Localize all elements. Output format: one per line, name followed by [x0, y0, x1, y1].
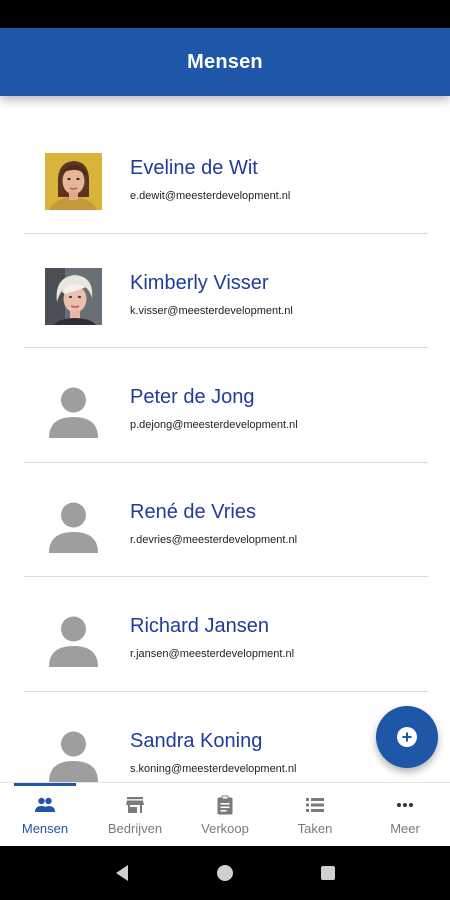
nav-label: Bedrijven: [107, 821, 163, 836]
person-placeholder-icon: [49, 731, 98, 782]
avatar: [45, 382, 102, 439]
person-placeholder-icon: [49, 502, 98, 553]
person-name: Peter de Jong: [130, 386, 255, 408]
nav-item-mensen[interactable]: Mensen: [0, 783, 90, 846]
home-icon[interactable]: [205, 853, 245, 893]
avatar: [45, 153, 102, 210]
person-email: p.dejong@meesterdevelopment.nl: [130, 419, 298, 431]
list-item[interactable]: Kimberly Visser k.visser@meesterdevelopm…: [24, 234, 428, 348]
back-icon[interactable]: [102, 853, 142, 893]
list-item[interactable]: Sandra Koning s.koning@meesterdevelopmen…: [24, 692, 428, 783]
avatar: [45, 267, 102, 325]
person-email: e.dewit@meesterdevelopment.nl: [130, 190, 291, 202]
people-list-container[interactable]: Eveline de Wit e.dewit@meesterdevelopmen…: [0, 96, 450, 782]
status-bar: [0, 0, 450, 28]
list-item[interactable]: Peter de Jong p.dejong@meesterdevelopmen…: [24, 348, 428, 463]
recents-icon[interactable]: [308, 853, 348, 893]
person-email: r.jansen@meesterdevelopment.nl: [130, 648, 295, 660]
more-icon: [396, 795, 414, 815]
store-icon: [125, 795, 145, 815]
system-navigation-bar: [0, 846, 450, 900]
list-icon: [305, 795, 325, 815]
person-placeholder-icon: [49, 387, 98, 438]
list-item[interactable]: Richard Jansen r.jansen@meesterdevelopme…: [24, 577, 428, 692]
person-name: Richard Jansen: [130, 615, 269, 637]
nav-item-bedrijven[interactable]: Bedrijven: [90, 783, 180, 846]
nav-label: Mensen: [21, 821, 69, 836]
person-placeholder-icon: [49, 616, 98, 667]
person-name: René de Vries: [130, 500, 256, 523]
person-name: Sandra Koning: [130, 729, 263, 752]
avatar: [45, 726, 102, 783]
avatar: [45, 611, 102, 668]
people-list: Eveline de Wit e.dewit@meesterdevelopmen…: [24, 119, 428, 782]
person-name: Kimberly Visser: [130, 271, 269, 294]
active-tab-indicator: [14, 783, 76, 786]
add-person-button[interactable]: [376, 706, 438, 768]
person-email: r.devries@meesterdevelopment.nl: [130, 533, 298, 546]
app-bar: Mensen: [0, 28, 450, 96]
photo-kimberly: [45, 267, 102, 325]
add-icon: [397, 727, 417, 747]
nav-label: Meer: [390, 821, 420, 836]
person-email: k.visser@meesterdevelopment.nl: [130, 304, 293, 317]
list-item[interactable]: René de Vries r.devries@meesterdevelopme…: [24, 463, 428, 577]
nav-label: Verkoop: [201, 821, 249, 836]
people-icon: [34, 795, 56, 815]
clipboard-icon: [216, 795, 234, 815]
nav-item-taken[interactable]: Taken: [270, 783, 360, 846]
person-name: Eveline de Wit: [130, 157, 258, 179]
nav-item-verkoop[interactable]: Verkoop: [180, 783, 270, 846]
nav-item-meer[interactable]: Meer: [360, 783, 450, 846]
bottom-navigation: Mensen Bedrijven Verkoop Taken Meer: [0, 782, 450, 846]
photo-eveline: [45, 153, 102, 210]
list-item[interactable]: Eveline de Wit e.dewit@meesterdevelopmen…: [24, 119, 428, 234]
avatar: [45, 497, 102, 554]
page-title: Mensen: [187, 50, 263, 73]
nav-label: Taken: [297, 821, 333, 836]
person-email: s.koning@meesterdevelopment.nl: [130, 762, 297, 775]
